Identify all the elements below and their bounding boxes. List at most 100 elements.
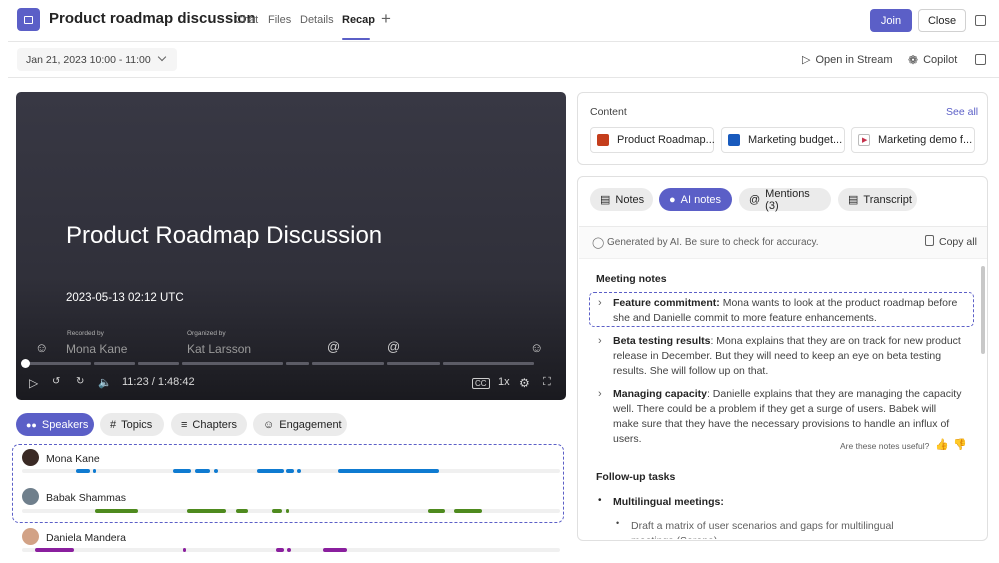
speaking-segment[interactable] xyxy=(93,469,97,473)
tab-ai-notes[interactable]: ● AI notes xyxy=(659,188,732,211)
date-range-dropdown[interactable]: Jan 21, 2023 10:00 - 11:00 xyxy=(17,48,177,71)
tab-transcript[interactable]: ▤ Transcript xyxy=(838,188,917,211)
tab-notes[interactable]: ▤ Notes xyxy=(590,188,653,211)
popout-icon[interactable] xyxy=(975,15,986,26)
file-name: Marketing demo f... xyxy=(878,134,973,146)
rewind-10-icon[interactable]: ↺ xyxy=(52,376,60,387)
thumbs-down-icon[interactable]: 👎 xyxy=(953,438,967,451)
lightbulb-icon: ◯ xyxy=(592,237,605,249)
open-in-stream-button[interactable]: ▷ Open in Stream xyxy=(802,53,893,67)
video-date: 2023-05-13 02:12 UTC xyxy=(66,292,184,304)
chip-speakers[interactable]: ●● Speakers xyxy=(16,413,94,436)
chevron-right-icon[interactable]: › xyxy=(598,297,602,309)
settings-gear-icon[interactable]: ⚙ xyxy=(519,376,530,390)
speaking-segment[interactable] xyxy=(214,469,219,473)
follow-up-item-title: Multilingual meetings: xyxy=(613,496,724,508)
chip-chapters[interactable]: ≡ Chapters xyxy=(171,413,247,436)
speaking-segment[interactable] xyxy=(94,509,138,513)
person-add-icon[interactable]: ☺ xyxy=(530,340,543,355)
chapter-segment[interactable] xyxy=(26,362,91,365)
play-icon[interactable]: ▷ xyxy=(29,376,38,390)
avatar xyxy=(22,449,39,466)
chapter-segment[interactable] xyxy=(312,362,384,365)
speaking-segment[interactable] xyxy=(275,548,284,552)
chevron-down-icon xyxy=(157,52,167,62)
copy-icon[interactable] xyxy=(925,235,934,246)
tab-mentions[interactable]: @ Mentions (3) xyxy=(739,188,831,212)
chapter-segment[interactable] xyxy=(182,362,283,365)
speaking-segment[interactable] xyxy=(272,509,282,513)
speaker-name: Babak Shammas xyxy=(46,492,126,504)
tab-files[interactable]: Files xyxy=(268,14,291,26)
chevron-right-icon[interactable]: › xyxy=(598,388,602,400)
speaking-segment[interactable] xyxy=(35,548,75,552)
chapter-segment[interactable] xyxy=(443,362,534,365)
mention-marker-icon[interactable]: @ xyxy=(327,339,340,354)
chip-label: Topics xyxy=(121,418,153,431)
tab-details[interactable]: Details xyxy=(300,14,334,26)
notes-scrollbar[interactable] xyxy=(981,266,985,354)
speaking-segment[interactable] xyxy=(183,548,187,552)
speaking-segment[interactable] xyxy=(257,469,284,473)
copy-all-button[interactable]: Copy all xyxy=(939,236,977,248)
speaking-segment[interactable] xyxy=(172,469,192,473)
bullet: • xyxy=(616,518,620,528)
chip-label: Speakers xyxy=(41,418,89,431)
chevron-right-icon[interactable]: › xyxy=(598,335,602,347)
speaking-segment[interactable] xyxy=(195,469,211,473)
thumbs-up-icon[interactable]: 👍 xyxy=(935,438,949,451)
chip-engagement[interactable]: ☺ Engagement xyxy=(253,413,347,436)
video-player[interactable]: Product Roadmap Discussion 2023-05-13 02… xyxy=(16,92,566,400)
note-item: Beta testing results: Mona explains that… xyxy=(613,334,963,379)
speaker-timeline[interactable] xyxy=(22,509,560,513)
speaker-timeline[interactable] xyxy=(22,548,560,552)
tab-recap[interactable]: Recap xyxy=(342,14,375,26)
speaking-segment[interactable] xyxy=(285,469,295,473)
add-tab-plus-icon[interactable]: + xyxy=(381,9,391,29)
close-button[interactable]: Close xyxy=(918,9,966,32)
organized-by-name: Kat Larsson xyxy=(187,342,252,356)
tab-chat[interactable]: Chat xyxy=(235,14,258,26)
captions-icon[interactable]: CC xyxy=(472,378,490,389)
chip-topics[interactable]: # Topics xyxy=(100,413,164,436)
speaking-segment[interactable] xyxy=(285,509,290,513)
progress-scrubber[interactable] xyxy=(21,359,30,368)
follow-up-subitem: Draft a matrix of user scenarios and gap… xyxy=(631,520,894,539)
file-card[interactable]: Product Roadmap... xyxy=(590,127,715,153)
transcript-icon: ▤ xyxy=(848,194,859,206)
file-card[interactable]: Marketing budget... xyxy=(721,127,845,153)
chapter-segment[interactable] xyxy=(286,362,309,365)
speaking-segment[interactable] xyxy=(187,509,227,513)
chapter-segment[interactable] xyxy=(138,362,179,365)
file-card[interactable]: ▶ Marketing demo f... xyxy=(851,127,975,153)
copilot-button[interactable]: ❁ Copilot xyxy=(908,53,957,67)
time-display: 11:23 / 1:48:42 xyxy=(122,376,195,388)
speaking-segment[interactable] xyxy=(75,469,91,473)
speaking-segment[interactable] xyxy=(337,469,439,473)
mention-marker-icon[interactable]: @ xyxy=(387,339,400,354)
active-tab-indicator xyxy=(342,38,370,40)
chapter-segment[interactable] xyxy=(94,362,135,365)
speaker-name: Mona Kane xyxy=(46,453,100,465)
stream-icon: ▷ xyxy=(802,54,811,66)
recorded-by-label: Recorded by xyxy=(67,330,104,337)
speaking-segment[interactable] xyxy=(287,548,291,552)
speaking-segment[interactable] xyxy=(297,469,302,473)
chapter-segment[interactable] xyxy=(387,362,440,365)
speaking-segment[interactable] xyxy=(428,509,446,513)
fullscreen-icon[interactable]: ⛶ xyxy=(543,376,551,389)
playback-speed[interactable]: 1x xyxy=(498,376,510,388)
join-button[interactable]: Join xyxy=(870,9,912,32)
forward-10-icon[interactable]: ↻ xyxy=(76,376,84,387)
popout-icon[interactable] xyxy=(975,54,986,65)
video-title: Product Roadmap Discussion xyxy=(66,222,383,249)
speaker-timeline[interactable] xyxy=(22,469,560,473)
speaking-segment[interactable] xyxy=(454,509,482,513)
person-add-icon[interactable]: ☺ xyxy=(35,340,48,355)
see-all-link[interactable]: See all xyxy=(946,106,978,118)
meeting-title: Product roadmap discussion xyxy=(49,10,256,27)
speaking-segment[interactable] xyxy=(235,509,248,513)
volume-icon[interactable]: 🔈 xyxy=(98,376,112,389)
speaking-segment[interactable] xyxy=(323,548,348,552)
tab-label: AI notes xyxy=(680,193,722,206)
